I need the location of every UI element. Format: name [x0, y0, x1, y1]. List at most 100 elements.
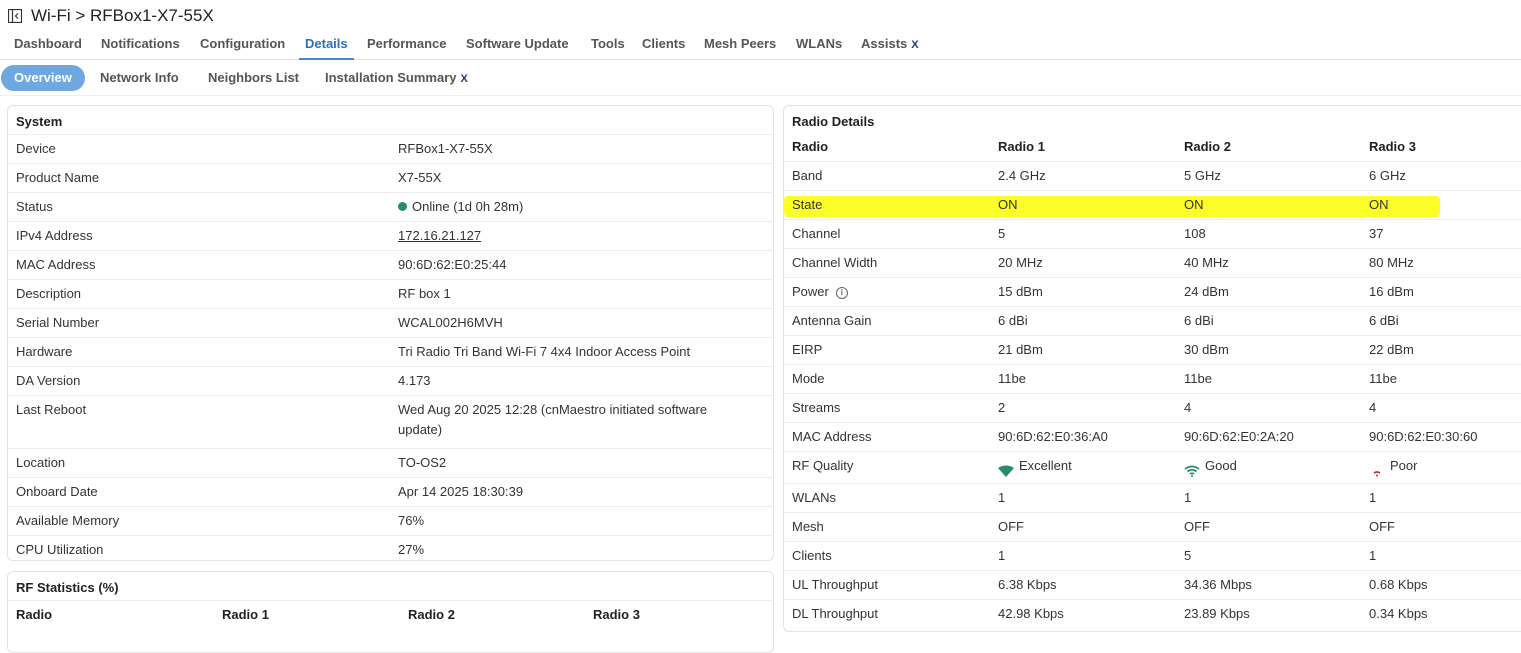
assists-x-badge: X: [911, 39, 919, 51]
cell: ON: [1176, 190, 1361, 220]
tab-assists[interactable]: Assists X: [861, 33, 919, 58]
serial-number-value: WCAL002H6MVH: [390, 308, 773, 338]
table-row: DA Version 4.173: [8, 366, 773, 396]
cell: 11be: [1361, 364, 1521, 394]
table-row: Product Name X7-55X: [8, 163, 773, 193]
cell: 40 MHz: [1176, 248, 1361, 278]
cell: 1: [1361, 541, 1521, 571]
table-row: State ON ON ON: [784, 190, 1521, 220]
cell: 6 GHz: [1361, 161, 1521, 191]
cell: 0.34 Kbps: [1361, 599, 1521, 628]
tab-performance[interactable]: Performance: [367, 33, 446, 58]
cell: 90:6D:62:E0:2A:20: [1176, 422, 1361, 452]
rf-statistics-table: Radio Radio 1 Radio 2 Radio 3: [8, 600, 773, 629]
tab-tools[interactable]: Tools: [591, 33, 625, 58]
tab-dashboard[interactable]: Dashboard: [14, 33, 82, 58]
row-label: Mode: [784, 364, 990, 394]
tab-clients[interactable]: Clients: [642, 33, 685, 58]
rf-quality-value: Excellent: [1019, 458, 1072, 473]
row-label: Channel Width: [784, 248, 990, 278]
cell: 11be: [990, 364, 1176, 394]
collapse-panel-icon[interactable]: [7, 8, 23, 24]
cell: 37: [1361, 219, 1521, 249]
cell: 6.38 Kbps: [990, 570, 1176, 600]
row-label: DA Version: [8, 366, 390, 396]
tab-configuration[interactable]: Configuration: [200, 33, 285, 58]
cell: 4: [1361, 393, 1521, 423]
row-label: IPv4 Address: [8, 221, 390, 251]
table-row: WLANs 1 1 1: [784, 483, 1521, 513]
cell: 5: [1176, 541, 1361, 571]
table-row: IPv4 Address 172.16.21.127: [8, 221, 773, 251]
tab-notifications[interactable]: Notifications: [101, 33, 180, 58]
rf-statistics-card: RF Statistics (%) Radio Radio 1 Radio 2 …: [7, 571, 774, 653]
row-label: Available Memory: [8, 506, 390, 536]
tab-details[interactable]: Details: [299, 33, 354, 60]
cell: ON: [990, 190, 1176, 220]
row-label: Band: [784, 161, 990, 191]
cell: 6 dBi: [990, 306, 1176, 336]
wifi-excellent-icon: [998, 459, 1014, 477]
status-value: Online (1d 0h 28m): [412, 199, 524, 214]
system-card-title: System: [16, 114, 63, 129]
row-label: Last Reboot: [8, 395, 390, 449]
row-label: CPU Utilization: [8, 535, 390, 560]
table-row: Clients 1 5 1: [784, 541, 1521, 571]
subtab-network-info[interactable]: Network Info: [100, 65, 179, 91]
cell: 15 dBm: [990, 277, 1176, 307]
mac-address-value: 90:6D:62:E0:25:44: [390, 250, 773, 280]
table-row: Description RF box 1: [8, 279, 773, 309]
table-header-row: Radio Radio 1 Radio 2 Radio 3: [784, 133, 1521, 162]
cell: 0.68 Kbps: [1361, 570, 1521, 600]
system-card: System Device RFBox1-X7-55X Product Name X…: [7, 105, 774, 561]
row-label: WLANs: [784, 483, 990, 513]
subtab-installation-summary[interactable]: Installation Summary X: [325, 65, 468, 91]
column-header: Radio 1: [214, 600, 400, 629]
tab-mesh-peers[interactable]: Mesh Peers: [704, 33, 776, 58]
table-row: Location TO-OS2: [8, 448, 773, 478]
da-version-value: 4.173: [390, 366, 773, 396]
cell: 1: [1176, 483, 1361, 513]
rf-statistics-title: RF Statistics (%): [16, 580, 119, 595]
sub-tabs: Overview Network Info Neighbors List Ins…: [0, 63, 1521, 96]
tab-wlans[interactable]: WLANs: [796, 33, 842, 58]
table-row: Last Reboot Wed Aug 20 2025 12:28 (cnMaes…: [8, 395, 773, 449]
table-row: Device RFBox1-X7-55X: [8, 134, 773, 164]
cpu-utilization-value: 27%: [390, 535, 773, 560]
subtab-overview[interactable]: Overview: [1, 65, 85, 91]
cell: 21 dBm: [990, 335, 1176, 365]
table-row: Available Memory 76%: [8, 506, 773, 536]
table-row: Onboard Date Apr 14 2025 18:30:39: [8, 477, 773, 507]
table-row: CPU Utilization 27%: [8, 535, 773, 560]
cell: 1: [1361, 483, 1521, 513]
row-label: MAC Address: [784, 422, 990, 452]
cell: 24 dBm: [1176, 277, 1361, 307]
table-row: Channel Width 20 MHz 40 MHz 80 MHz: [784, 248, 1521, 278]
row-label: Status: [8, 192, 390, 222]
table-header-row: Radio Radio 1 Radio 2 Radio 3: [8, 600, 773, 629]
cell: OFF: [990, 512, 1176, 542]
ipv4-cell: 172.16.21.127: [390, 221, 773, 251]
table-row: UL Throughput 6.38 Kbps 34.36 Mbps 0.68 Kbp…: [784, 570, 1521, 600]
wifi-poor-icon: [1369, 459, 1385, 477]
cell: 80 MHz: [1361, 248, 1521, 278]
page-title: Wi-Fi > RFBox1-X7-55X: [31, 6, 214, 25]
rf-quality-cell: Excellent: [990, 451, 1176, 484]
subtab-neighbors-list[interactable]: Neighbors List: [208, 65, 299, 91]
cell: 90:6D:62:E0:30:60: [1361, 422, 1521, 452]
row-label: UL Throughput: [784, 570, 990, 600]
info-icon[interactable]: i: [835, 286, 848, 299]
cell: 20 MHz: [990, 248, 1176, 278]
main-tabs: Dashboard Notifications Configuration De…: [0, 33, 1521, 60]
cell: 2: [990, 393, 1176, 423]
cell: 30 dBm: [1176, 335, 1361, 365]
last-reboot-value: Wed Aug 20 2025 12:28 (cnMaestro initiat…: [390, 395, 773, 449]
radio-details-title: Radio Details: [792, 114, 875, 129]
product-name-value: X7-55X: [390, 163, 773, 193]
column-header: Radio 1: [998, 139, 1045, 154]
table-row: Mode 11be 11be 11be: [784, 364, 1521, 394]
onboard-date-value: Apr 14 2025 18:30:39: [390, 477, 773, 507]
cell: 2.4 GHz: [990, 161, 1176, 191]
ipv4-address-link[interactable]: 172.16.21.127: [398, 228, 481, 243]
tab-software-update[interactable]: Software Update: [466, 33, 569, 58]
